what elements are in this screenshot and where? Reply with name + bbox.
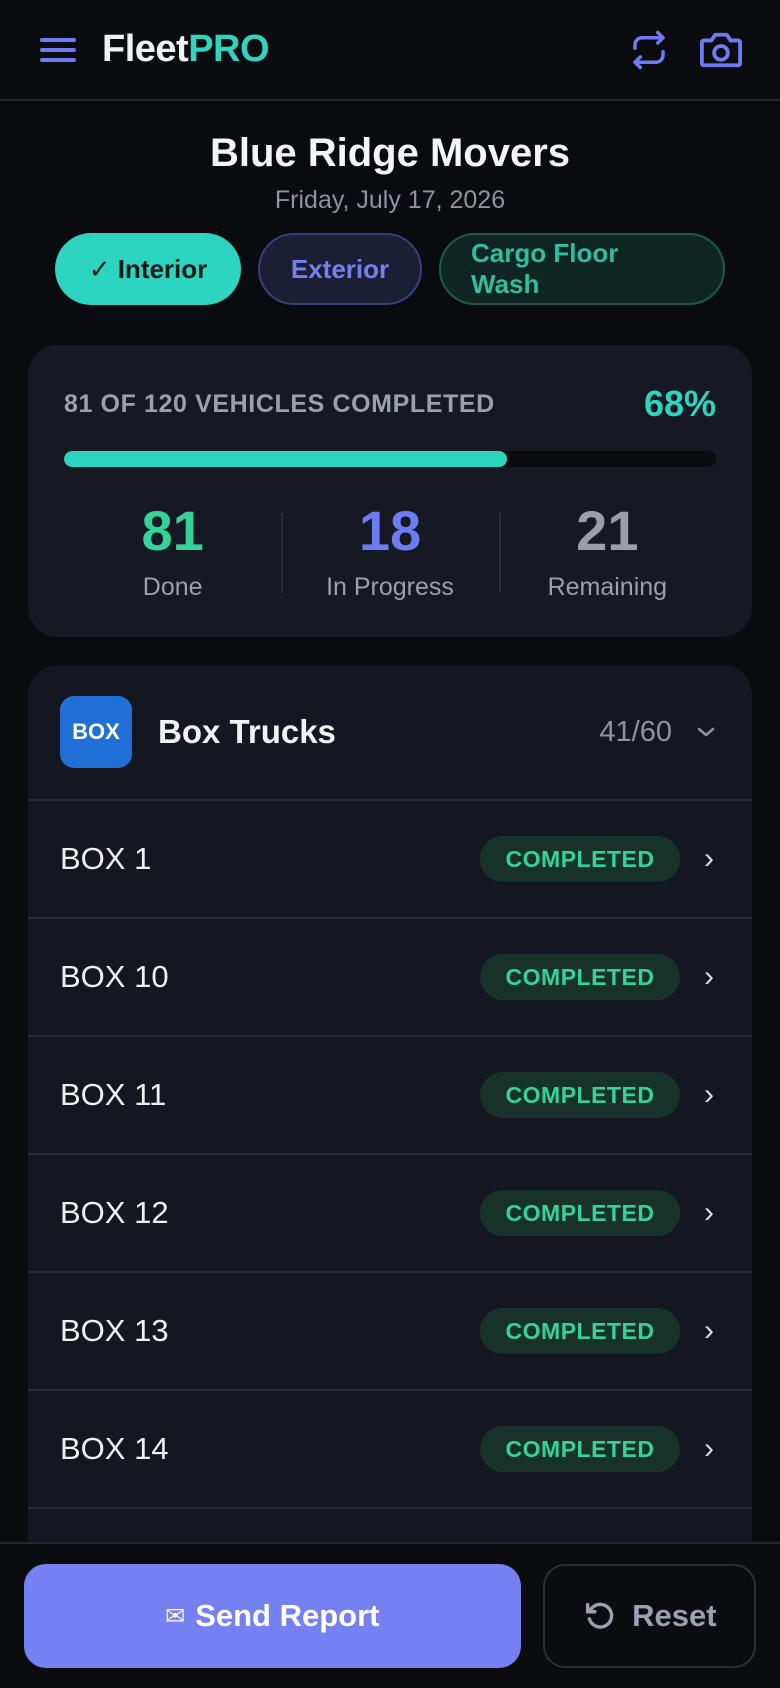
brand-name-fleet: Fleet bbox=[102, 28, 189, 70]
vehicle-name: BOX 1 bbox=[60, 841, 152, 876]
camera-icon[interactable] bbox=[698, 27, 744, 73]
group-header[interactable]: BOX Box Trucks 41/60 bbox=[28, 665, 752, 801]
brand-logo: FleetPRO bbox=[102, 28, 270, 71]
progress-header: 81 OF 120 VEHICLES COMPLETED 68% bbox=[64, 383, 716, 425]
top-bar: FleetPRO bbox=[0, 0, 780, 101]
vehicle-row[interactable]: BOX 13 COMPLETED › bbox=[28, 1273, 752, 1391]
envelope-icon: ✉ bbox=[165, 1602, 186, 1630]
stat-done-value: 81 bbox=[141, 499, 204, 562]
progress-stats: 81 Done 18 In Progress 21 Remaining bbox=[64, 503, 716, 602]
stat-remaining: 21 Remaining bbox=[498, 499, 716, 602]
group-count: 41/60 bbox=[599, 715, 672, 748]
reset-label: Reset bbox=[632, 1598, 717, 1633]
stat-done: 81 Done bbox=[64, 503, 281, 602]
status-badge: COMPLETED bbox=[480, 1426, 680, 1472]
brand-name-pro: PRO bbox=[188, 28, 270, 70]
send-report-label: Send Report bbox=[195, 1598, 380, 1633]
vehicle-name: BOX 10 bbox=[60, 959, 169, 994]
vehicle-row[interactable]: BOX 14 COMPLETED › bbox=[28, 1391, 752, 1509]
group-title: Box Trucks bbox=[158, 713, 336, 750]
status-badge: COMPLETED bbox=[480, 1072, 680, 1118]
service-tabs: ✓ Interior Exterior Cargo Floor Wash bbox=[0, 233, 780, 305]
chevron-right-icon: › bbox=[704, 1314, 714, 1347]
vehicle-name: BOX 13 bbox=[60, 1313, 169, 1348]
box-truck-badge-icon: BOX bbox=[60, 696, 132, 768]
chevron-right-icon: › bbox=[704, 960, 714, 993]
chevron-right-icon: › bbox=[704, 1078, 714, 1111]
bottom-action-bar: ✉ Send Report Reset bbox=[0, 1542, 780, 1688]
stat-in-progress-label: In Progress bbox=[326, 573, 454, 601]
tab-exterior[interactable]: Exterior bbox=[258, 233, 422, 305]
vehicle-row[interactable]: BOX 12 COMPLETED › bbox=[28, 1155, 752, 1273]
tab-cargo-floor-wash[interactable]: Cargo Floor Wash bbox=[439, 233, 725, 305]
progress-bar-fill bbox=[64, 451, 508, 467]
sync-icon[interactable] bbox=[626, 27, 672, 73]
vehicle-row[interactable]: BOX 1 COMPLETED › bbox=[28, 801, 752, 919]
top-actions bbox=[626, 27, 744, 73]
chevron-right-icon: › bbox=[704, 842, 714, 875]
page-title: Blue Ridge Movers bbox=[209, 131, 571, 175]
title-block: Blue Ridge Movers Friday, July 17, 2026 bbox=[0, 101, 780, 215]
vehicle-name: BOX 12 bbox=[60, 1195, 169, 1230]
vehicle-group-box-trucks: BOX Box Trucks 41/60 BOX 1 COMPLETED › B… bbox=[28, 665, 752, 1585]
stat-remaining-value: 21 bbox=[576, 499, 639, 562]
stat-in-progress: 18 In Progress bbox=[281, 503, 498, 602]
progress-card: 81 OF 120 VEHICLES COMPLETED 68% 81 Done… bbox=[28, 345, 752, 637]
vehicle-name: BOX 11 bbox=[60, 1077, 167, 1112]
chevron-right-icon: › bbox=[704, 1432, 714, 1465]
tab-interior[interactable]: ✓ Interior bbox=[55, 233, 241, 305]
progress-label: 81 OF 120 VEHICLES COMPLETED bbox=[64, 389, 495, 418]
vehicle-name: BOX 14 bbox=[60, 1431, 169, 1466]
reset-button[interactable]: Reset bbox=[542, 1564, 756, 1668]
status-badge: COMPLETED bbox=[480, 1190, 680, 1236]
status-badge: COMPLETED bbox=[480, 836, 680, 882]
status-badge: COMPLETED bbox=[480, 954, 680, 1000]
app-root: FleetPRO Blue Ridge Movers Friday, July bbox=[0, 0, 780, 1688]
progress-bar bbox=[64, 451, 716, 467]
hamburger-menu-icon[interactable] bbox=[38, 34, 78, 66]
vehicle-row[interactable]: BOX 11 COMPLETED › bbox=[28, 1037, 752, 1155]
stat-in-progress-value: 18 bbox=[358, 499, 422, 562]
vehicle-row[interactable]: BOX 10 COMPLETED › bbox=[28, 919, 752, 1037]
page-date: Friday, July 17, 2026 bbox=[274, 186, 506, 214]
send-report-button[interactable]: ✉ Send Report bbox=[24, 1564, 521, 1668]
chevron-right-icon: › bbox=[704, 1196, 714, 1229]
stat-done-label: Done bbox=[142, 573, 203, 601]
reset-icon bbox=[586, 1602, 614, 1629]
stat-remaining-label: Remaining bbox=[547, 573, 668, 601]
progress-percent: 68% bbox=[643, 383, 716, 424]
status-badge: COMPLETED bbox=[480, 1308, 680, 1354]
chevron-down-icon[interactable] bbox=[694, 720, 718, 744]
